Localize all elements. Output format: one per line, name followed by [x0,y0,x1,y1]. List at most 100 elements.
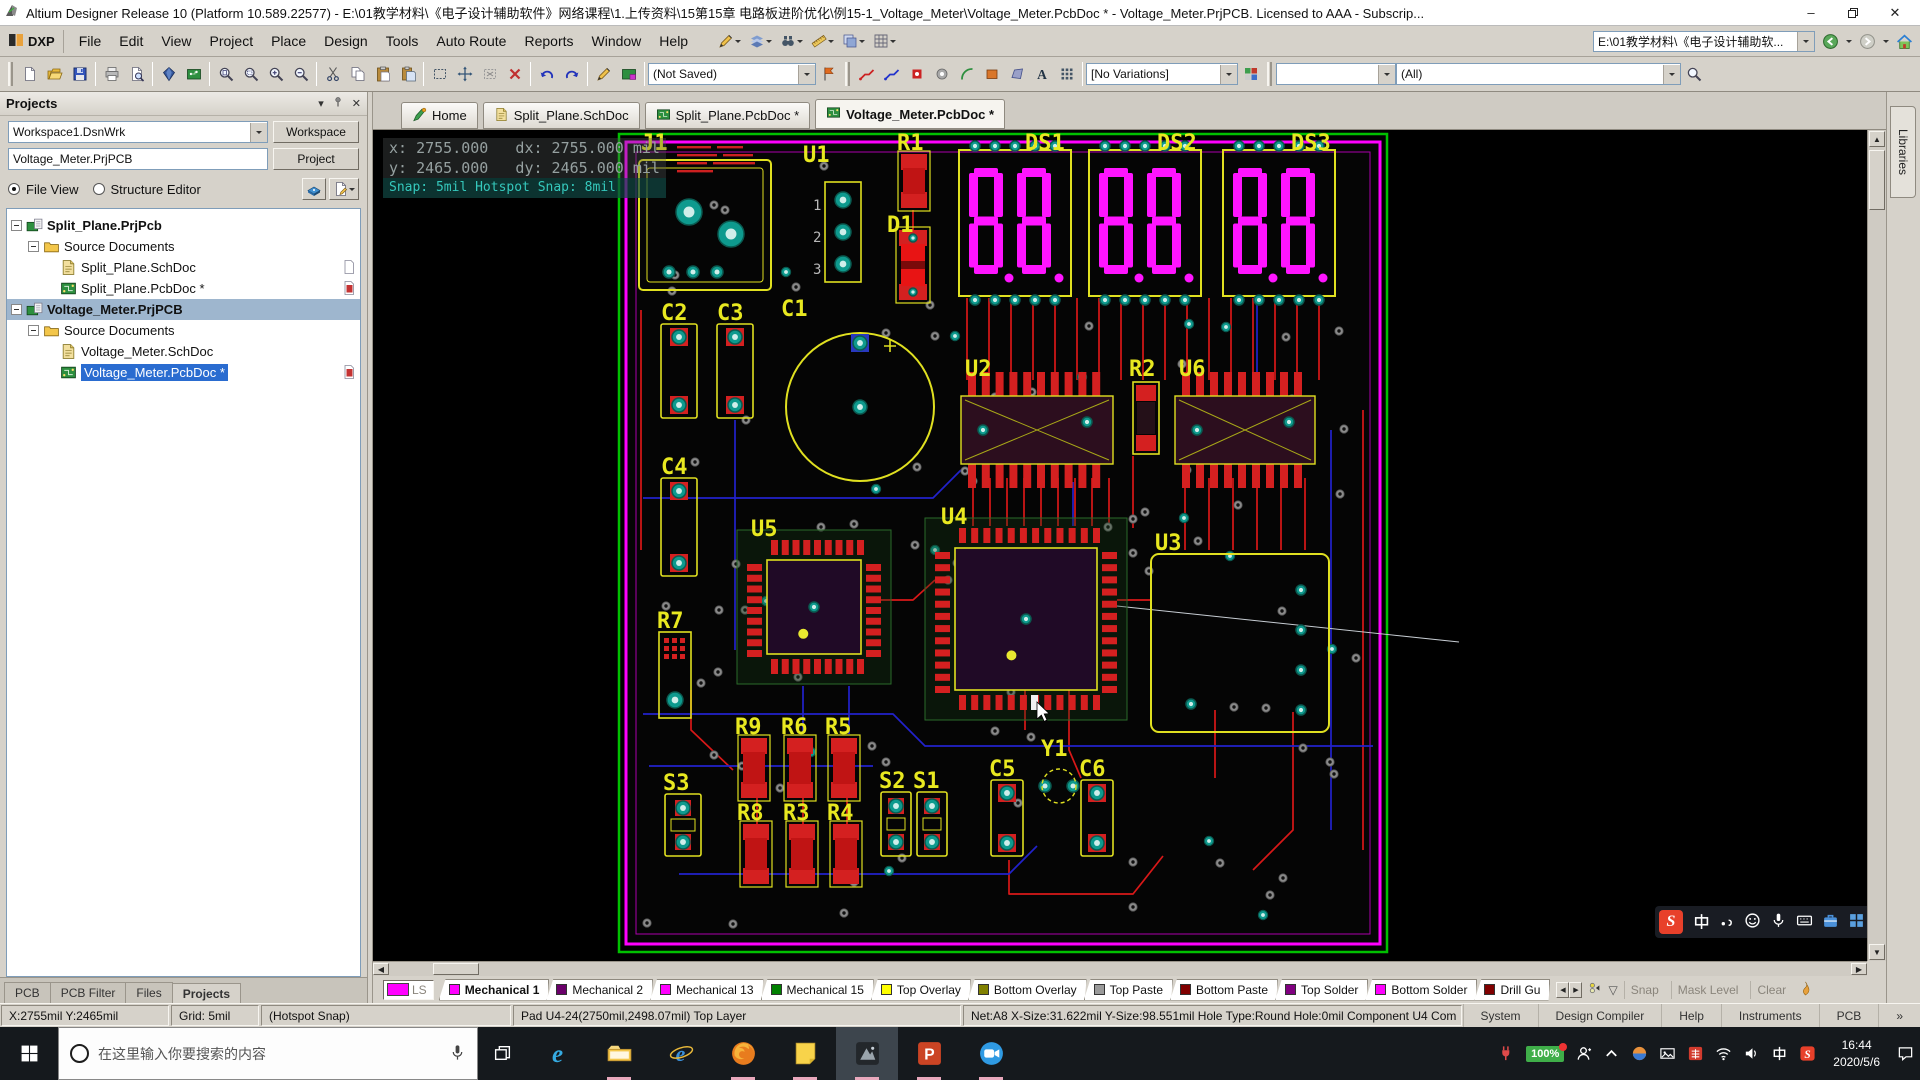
taskbar-clock[interactable]: 16:44 2020/5/6 [1827,1037,1886,1069]
snap-button[interactable]: Snap [1624,981,1665,999]
close-button[interactable]: ✕ [1874,1,1916,25]
sel-rect-button[interactable] [427,62,452,87]
search-mic-icon[interactable] [449,1044,466,1064]
toolbar-handle[interactable] [1267,62,1272,86]
minimize-button[interactable]: – [1790,1,1832,25]
mask-level-button[interactable]: Mask Level [1671,981,1745,999]
sogou-zhong-icon[interactable] [1692,912,1709,932]
move-button[interactable] [452,62,477,87]
fill-ic-button[interactable] [979,62,1004,87]
gem-button[interactable] [156,62,181,87]
menu-view[interactable]: View [152,29,200,53]
arc-ic-button[interactable] [954,62,979,87]
text-A-button[interactable]: A [1029,62,1054,87]
layer-scroll-spinner[interactable]: ◀▶ [1556,982,1582,998]
nav-home-button[interactable] [1893,30,1916,53]
pad-ic-button[interactable] [904,62,929,87]
binoculars-toolbutton[interactable] [777,30,806,52]
sogou-tools-icon[interactable] [1822,912,1839,932]
taskbar-app-ppt[interactable]: P [898,1027,960,1080]
filter-funnel-icon[interactable]: ▽ [1608,983,1617,997]
taskbar-app-explorer[interactable] [588,1027,650,1080]
sogou-grid2-icon[interactable] [1848,912,1865,932]
filter-combo[interactable] [1276,63,1396,85]
scroll-left-arrow[interactable]: ◀ [373,963,389,975]
battery-indicator[interactable]: 100% [1526,1046,1564,1062]
pcb-component-U4[interactable] [925,518,1127,720]
sogou-logo[interactable]: S [1659,910,1683,934]
panel-pin-icon[interactable] [332,96,344,111]
menu-window[interactable]: Window [583,29,651,53]
grid-ic-toolbutton[interactable] [870,30,899,52]
flag-button[interactable] [816,62,841,87]
tree-item-split-plane-schdoc[interactable]: Split_Plane.SchDoc [7,257,360,278]
route-button[interactable] [854,62,879,87]
layer-tab-top-solder[interactable]: Top Solder [1275,979,1368,1001]
sogou-smile-icon[interactable] [1744,912,1761,932]
layer-tab-mechanical-1[interactable]: Mechanical 1 [439,979,550,1001]
scope-all-combo[interactable]: (All) [1396,63,1681,85]
sogou-keyboard-icon[interactable] [1796,912,1813,932]
taskbar-app-firefox[interactable] [712,1027,774,1080]
horizontal-scroll-thumb[interactable] [433,963,479,975]
sogou-mic-w-icon[interactable] [1770,912,1787,932]
mag-rect-button[interactable] [238,62,263,87]
layer-set-swatch[interactable]: LS [383,980,434,1000]
undo-button[interactable] [534,62,559,87]
horizontal-scrollbar[interactable]: ◀ ▶ [373,961,1867,976]
doc-tab-split-plane-pcbdoc-[interactable]: Split_Plane.PcbDoc * [645,102,811,129]
project-combo[interactable]: Voltage_Meter.PrjPCB [8,148,268,170]
tree-item-voltage-meter-pcbdoc-[interactable]: Voltage_Meter.PcbDoc * [7,362,360,383]
workspace-combo[interactable]: Workspace1.DsnWrk [8,121,268,143]
pcb-component-U5[interactable] [737,530,891,684]
tree-item-source-documents[interactable]: Source Documents [7,236,360,257]
project-button[interactable]: Project [273,148,359,170]
paste-button[interactable] [370,62,395,87]
doc-tab-home[interactable]: Home [401,102,478,129]
task-view-button[interactable] [478,1027,526,1080]
taskbar-app-skype[interactable] [960,1027,1022,1080]
not-saved-combo[interactable]: (Not Saved) [648,63,816,85]
preview-button[interactable] [124,62,149,87]
structure-editor-radio[interactable] [93,183,105,195]
mask-query-button[interactable] [1681,62,1706,87]
menu-project[interactable]: Project [201,29,263,53]
ruler-toolbutton[interactable] [808,30,837,52]
menu-auto-route[interactable]: Auto Route [427,29,515,53]
taskbar-app-notes[interactable] [774,1027,836,1080]
layer-tab-top-paste[interactable]: Top Paste [1084,979,1173,1001]
layer-tab-mechanical-15[interactable]: Mechanical 15 [761,979,874,1001]
people-icon[interactable] [1575,1045,1592,1062]
menu-help[interactable]: Help [650,29,697,53]
toolbar-handle[interactable] [8,62,13,86]
panel-tab-pcb-filter[interactable]: PCB Filter [50,982,127,1003]
address-combo[interactable]: E:\01教学材料\《电子设计辅助软... [1593,31,1815,52]
volume-icon[interactable] [1743,1045,1760,1062]
layer-tab-bottom-solder[interactable]: Bottom Solder [1365,979,1477,1001]
print-button[interactable] [99,62,124,87]
panels-flyout-icon[interactable] [1798,981,1813,999]
pencil-toolbutton[interactable] [715,30,744,52]
toolbar-handle[interactable] [845,62,850,86]
status-panel-system[interactable]: System [1463,1004,1538,1027]
menu-design[interactable]: Design [315,29,377,53]
paste2-button[interactable] [395,62,420,87]
setup-button[interactable] [616,62,641,87]
tree-expander[interactable] [28,241,39,252]
menu-edit[interactable]: Edit [110,29,152,53]
status-panel-instruments[interactable]: Instruments [1721,1004,1819,1027]
pcb-drawing[interactable]: 123J1U1R1D1DS1DS2DS3C2C3C1C4U2R2U6U5U4U3… [373,130,1867,961]
menu-place[interactable]: Place [262,29,315,53]
tree-item-split-plane-prjpcb[interactable]: Split_Plane.PrjPcb [7,215,360,236]
layer-tab-bottom-overlay[interactable]: Bottom Overlay [968,979,1087,1001]
tray-expand-chevron[interactable] [1603,1045,1620,1062]
board-button[interactable] [181,62,206,87]
layer-tab-mechanical-2[interactable]: Mechanical 2 [546,979,653,1001]
pcb-component-D1[interactable] [896,227,930,303]
variations-button[interactable] [1238,62,1263,87]
pcb-component-U6[interactable] [1175,372,1315,488]
layer-tab-top-overlay[interactable]: Top Overlay [871,979,971,1001]
panel-dropdown-icon[interactable]: ▾ [318,97,324,110]
layers-toolbutton[interactable] [746,30,775,52]
layer-tab-drill-gu[interactable]: Drill Gu [1474,979,1550,1001]
